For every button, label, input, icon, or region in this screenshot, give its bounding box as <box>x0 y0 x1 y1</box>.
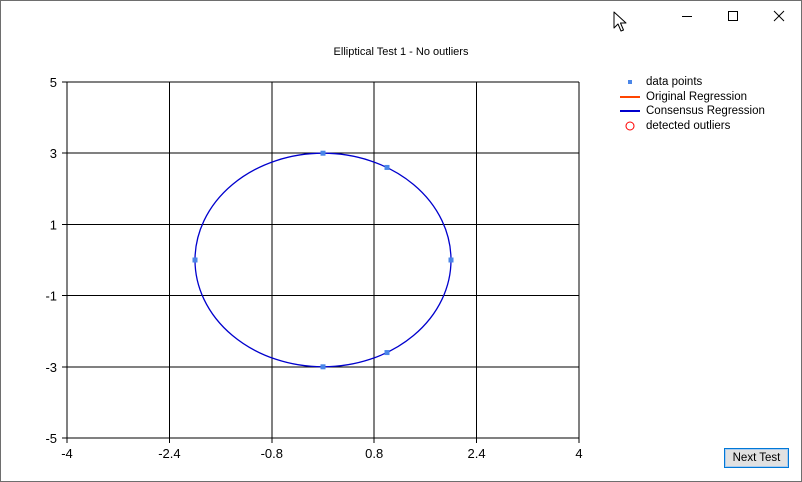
y-tick-label: -5 <box>45 431 57 446</box>
data-point <box>192 257 198 263</box>
legend-label: detected outliers <box>646 119 731 132</box>
legend-swatch-icon <box>625 121 635 130</box>
next-test-button[interactable]: Next Test <box>724 448 789 468</box>
data-point <box>384 350 390 356</box>
legend-item: Original Regression <box>619 90 765 105</box>
legend-swatch-icon <box>620 110 640 112</box>
x-tick-label: -4 <box>61 446 73 461</box>
legend-swatch-icon <box>628 80 632 84</box>
x-tick-label: -0.8 <box>261 446 283 461</box>
y-tick-label: -1 <box>45 289 57 304</box>
legend-item: detected outliers <box>619 119 765 134</box>
legend-label: data points <box>646 76 703 88</box>
x-tick-label: -2.4 <box>158 446 180 461</box>
y-tick-label: 1 <box>50 217 57 232</box>
legend-label: Original Regression <box>646 90 747 103</box>
legend-item: data points <box>619 75 765 90</box>
consensus-regression-ellipse <box>194 152 452 368</box>
y-tick-label: 3 <box>50 146 57 161</box>
chart-plot-area: -4 -2.4 -0.8 0.8 2.4 4 5 3 1 -1 -3 -5 <box>45 75 582 461</box>
data-point <box>384 164 390 170</box>
x-tick-label: 2.4 <box>468 446 486 461</box>
x-tick-label: 0.8 <box>365 446 383 461</box>
legend-swatch-icon <box>620 95 640 98</box>
data-point <box>320 364 326 370</box>
y-tick-label: 5 <box>50 75 57 90</box>
application-window: Elliptical Test 1 - No outliers -4 -2.4 -0… <box>0 0 802 482</box>
data-point <box>320 150 326 156</box>
y-tick-label: -3 <box>45 360 57 375</box>
x-tick-label: 4 <box>575 446 582 461</box>
legend-label: Consensus Regression <box>646 105 765 117</box>
data-point <box>448 257 454 263</box>
chart-legend: data points Original Regression Consensus … <box>619 75 765 133</box>
legend-item: Consensus Regression <box>619 104 765 119</box>
